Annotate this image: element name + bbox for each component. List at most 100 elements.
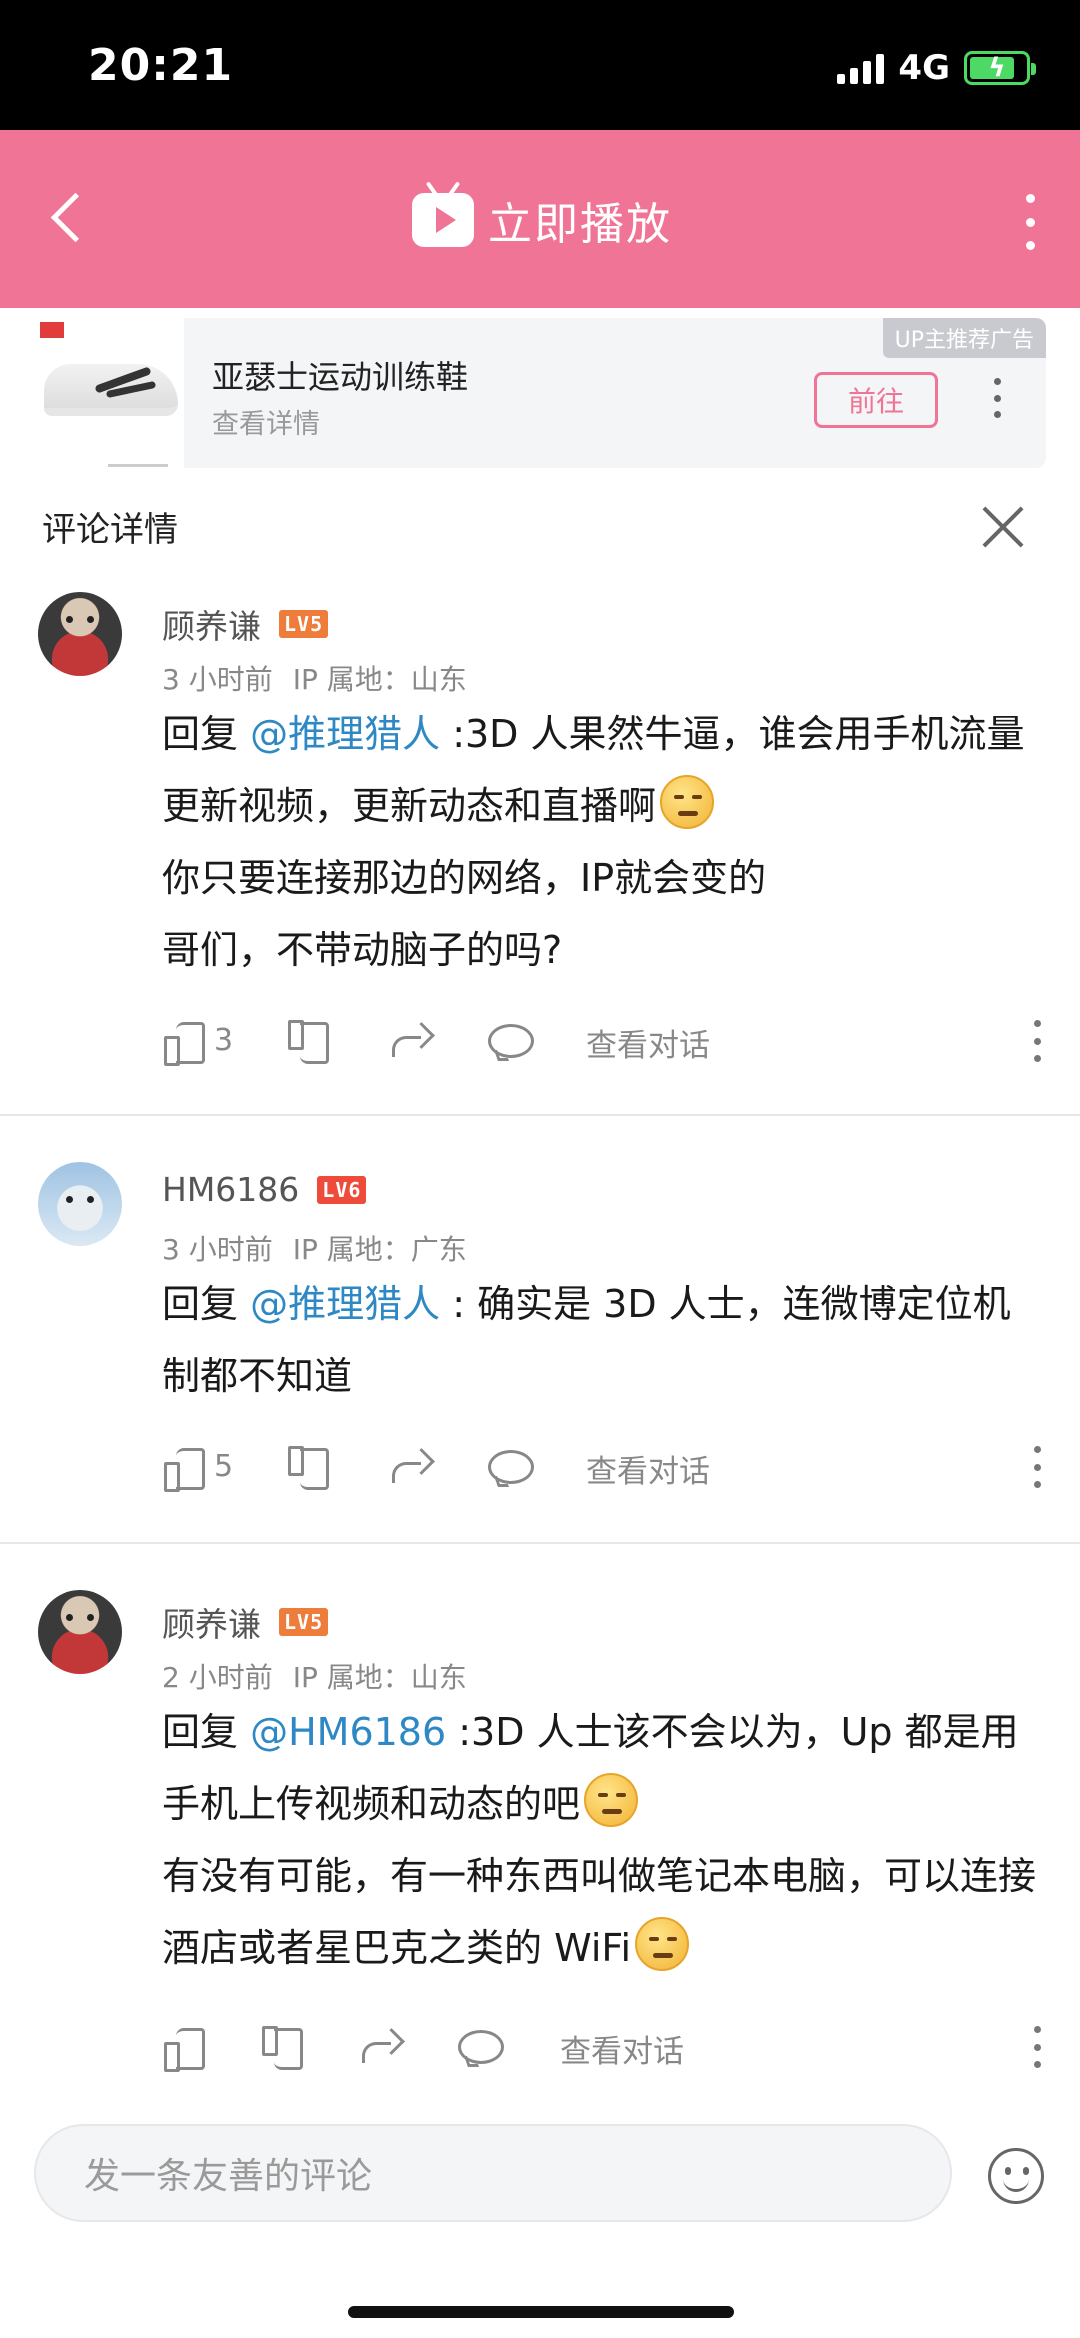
emoji-icon <box>660 775 715 829</box>
thumb-up-icon <box>162 1444 206 1492</box>
comment-input[interactable]: 发一条友善的评论 <box>34 2124 952 2222</box>
thumb-up-icon <box>162 2024 206 2072</box>
level-badge: LV5 <box>279 610 329 638</box>
like-button[interactable]: 5 <box>162 1444 234 1492</box>
comment-time: 2 小时前 <box>162 1661 273 1694</box>
mention-link[interactable]: @HM6186 <box>250 1710 446 1754</box>
comment-ip: IP 属地：山东 <box>292 663 467 696</box>
view-thread-link[interactable]: 查看对话 <box>586 1446 710 1491</box>
network-type: 4G <box>898 48 950 88</box>
comment-content: 回复 @推理猎人 :3D 人果然牛逼，谁会用手机流量更新视频，更新动态和直播啊 … <box>162 698 1042 986</box>
mention-link[interactable]: @推理猎人 <box>250 1282 440 1326</box>
thumb-up-icon <box>162 1018 206 1066</box>
comment-text: 你只要连接那边的网络，IP就会变的 <box>162 856 767 900</box>
share-icon <box>388 1018 432 1062</box>
comment-more-icon[interactable] <box>1032 1446 1042 1488</box>
avatar[interactable] <box>38 592 122 676</box>
comment-more-icon[interactable] <box>1032 2026 1042 2068</box>
ad-subtitle[interactable]: 查看详情 <box>212 402 320 441</box>
username[interactable]: 顾养谦 <box>162 600 261 648</box>
signal-icon <box>837 52 885 84</box>
dislike-button[interactable] <box>286 1444 330 1490</box>
comment-time: 3 小时前 <box>162 663 273 696</box>
emoji-icon <box>584 1773 639 1827</box>
divider <box>0 1114 1080 1116</box>
comment-item: 顾养谦 LV5 2 小时前 IP 属地：山东 回复 @HM6186 :3D 人士… <box>0 1590 1080 2090</box>
comment-meta: 3 小时前 IP 属地：广东 <box>162 1228 467 1268</box>
more-options-icon[interactable] <box>1020 194 1040 250</box>
battery-charging-icon: ϟ <box>964 51 1036 85</box>
view-thread-link[interactable]: 查看对话 <box>586 1020 710 1065</box>
ad-card[interactable]: UP主推荐广告 亚瑟士运动训练鞋 查看详情 前往 <box>184 318 1046 468</box>
comment-ip: IP 属地：广东 <box>292 1233 467 1266</box>
comment-actions: 3 查看对话 <box>162 1012 1042 1072</box>
share-button[interactable] <box>388 1444 432 1488</box>
comment-bubble-icon <box>456 2024 504 2068</box>
comment-detail-title: 评论详情 <box>42 510 178 550</box>
comment-text: 有没有可能，有一种东西叫做笔记本电脑，可以连接酒店或者星巴克之类的 WiFi <box>162 1854 1037 1970</box>
emoji-icon <box>635 1917 690 1971</box>
share-button[interactable] <box>358 2024 402 2068</box>
share-icon <box>388 1444 432 1488</box>
top-nav-bar: 立即播放 <box>0 130 1080 308</box>
thumb-down-icon <box>260 2024 304 2070</box>
mention-link[interactable]: @推理猎人 <box>250 712 440 756</box>
status-bar: 20:21 4G ϟ <box>0 0 1080 130</box>
comment-user[interactable]: HM6186 LV6 <box>162 1170 367 1209</box>
comment-meta: 3 小时前 IP 属地：山东 <box>162 658 467 698</box>
home-indicator[interactable] <box>348 2306 734 2318</box>
view-thread-link[interactable]: 查看对话 <box>560 2026 684 2071</box>
comment-actions: 查看对话 <box>162 2018 1042 2078</box>
comment-item: HM6186 LV6 3 小时前 IP 属地：广东 回复 @推理猎人 : 确实是… <box>0 1162 1080 1522</box>
comment-user[interactable]: 顾养谦 LV5 <box>162 600 329 648</box>
thumb-down-icon <box>286 1444 330 1490</box>
ad-product-image[interactable] <box>36 318 184 468</box>
emoji-picker-icon[interactable] <box>988 2148 1044 2204</box>
comment-content: 回复 @推理猎人 : 确实是 3D 人士，连微博定位机制都不知道 <box>162 1268 1042 1412</box>
share-icon <box>358 2024 402 2068</box>
ad-banner[interactable]: UP主推荐广告 亚瑟士运动训练鞋 查看详情 前往 <box>0 318 1080 468</box>
like-button[interactable]: 3 <box>162 1018 234 1066</box>
avatar[interactable] <box>38 1162 122 1246</box>
comment-content: 回复 @HM6186 :3D 人士该不会以为，Up 都是用手机上传视频和动态的吧… <box>162 1696 1042 1984</box>
comment-meta: 2 小时前 IP 属地：山东 <box>162 1656 467 1696</box>
comment-actions: 5 查看对话 <box>162 1438 1042 1498</box>
comment-more-icon[interactable] <box>1032 1020 1042 1062</box>
avatar[interactable] <box>38 1590 122 1674</box>
back-button[interactable] <box>40 182 110 252</box>
thumb-down-icon <box>286 1018 330 1064</box>
status-indicators: 4G ϟ <box>837 48 1036 88</box>
ad-title: 亚瑟士运动训练鞋 <box>212 358 469 396</box>
comment-user[interactable]: 顾养谦 LV5 <box>162 1598 329 1646</box>
like-count: 5 <box>214 1448 234 1484</box>
close-icon[interactable] <box>980 504 1026 550</box>
status-time: 20:21 <box>88 40 234 91</box>
reply-prefix: 回复 <box>162 1282 251 1326</box>
dislike-button[interactable] <box>286 1018 330 1064</box>
share-button[interactable] <box>388 1018 432 1062</box>
comment-ip: IP 属地：山东 <box>292 1661 467 1694</box>
ad-go-button[interactable]: 前往 <box>814 372 938 428</box>
reply-prefix: 回复 <box>162 1710 251 1754</box>
reply-prefix: 回复 <box>162 712 251 756</box>
play-now-button[interactable]: 立即播放 <box>412 181 672 252</box>
ad-tag: UP主推荐广告 <box>882 318 1046 358</box>
username[interactable]: 顾养谦 <box>162 1598 261 1646</box>
username[interactable]: HM6186 <box>162 1170 299 1209</box>
like-count: 3 <box>214 1022 234 1058</box>
tv-play-icon <box>412 181 474 247</box>
reply-button[interactable] <box>486 1444 534 1488</box>
reply-button[interactable] <box>486 1018 534 1062</box>
play-now-label: 立即播放 <box>488 199 672 250</box>
level-badge: LV5 <box>279 1608 329 1636</box>
comment-bubble-icon <box>486 1444 534 1488</box>
like-button[interactable] <box>162 2024 214 2072</box>
level-badge: LV6 <box>317 1175 367 1204</box>
dislike-button[interactable] <box>260 2024 304 2070</box>
reply-button[interactable] <box>456 2024 504 2068</box>
ad-more-icon[interactable] <box>992 378 1002 418</box>
comment-bubble-icon <box>486 1018 534 1062</box>
comment-item: 顾养谦 LV5 3 小时前 IP 属地：山东 回复 @推理猎人 :3D 人果然牛… <box>0 592 1080 1092</box>
comment-time: 3 小时前 <box>162 1233 273 1266</box>
divider <box>0 1542 1080 1544</box>
